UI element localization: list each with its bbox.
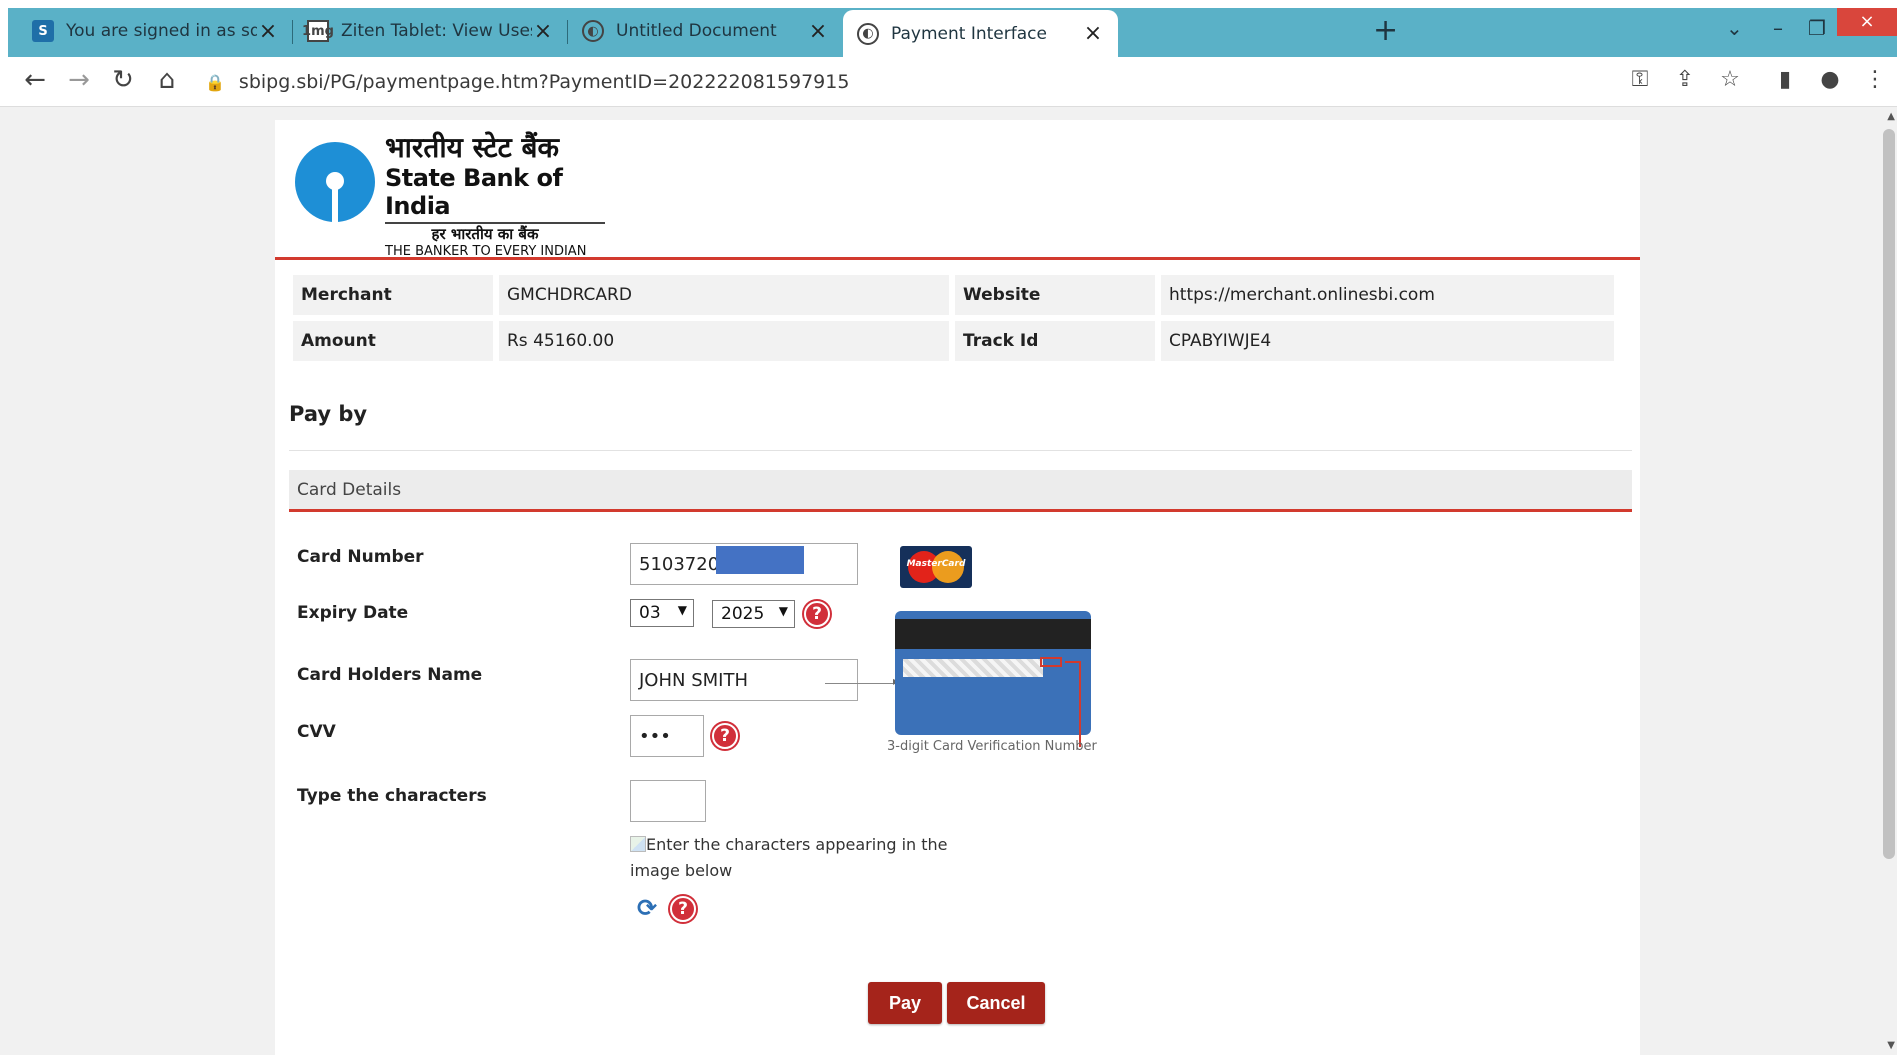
captcha-alt-text: Enter the characters appearing in the im… xyxy=(630,835,948,880)
tab-title: Ziten Tablet: View Uses, Side Effe xyxy=(341,21,532,41)
tab-payment-interface[interactable]: ◐ Payment Interface × xyxy=(843,10,1118,57)
bookmark-star-icon[interactable]: ☆ xyxy=(1715,67,1745,92)
home-icon[interactable]: ⌂ xyxy=(150,65,184,95)
page-viewport: भारतीय स्टेट बैंक State Bank of India हर… xyxy=(0,107,1897,1055)
card-number-value: 5103720 xyxy=(639,553,720,575)
pay-button[interactable]: Pay xyxy=(868,982,942,1024)
amount-value: Rs 45160.00 xyxy=(499,321,949,361)
website-value: https://merchant.onlinesbi.com xyxy=(1161,275,1614,315)
browser-window: S You are signed in as sdcruz × 1mg Zite… xyxy=(0,0,1897,1055)
expiry-year-select[interactable]: 2025 ▼ xyxy=(712,600,795,628)
profile-icon[interactable]: ● xyxy=(1815,67,1845,92)
chevron-down-icon: ▼ xyxy=(778,604,788,618)
card-holder-label: Card Holders Name xyxy=(297,665,483,685)
tab-search-icon[interactable]: ⌄ xyxy=(1726,16,1743,40)
close-icon[interactable]: × xyxy=(532,19,554,44)
merchant-info-table: Merchant GMCHDRCARD Website https://merc… xyxy=(293,275,1620,367)
card-number-input[interactable]: 5103720 xyxy=(630,543,858,585)
header-divider xyxy=(275,257,1640,260)
expiry-year-value: 2025 xyxy=(721,604,765,624)
expiry-month-value: 03 xyxy=(639,603,661,623)
side-panel-icon[interactable]: ▮ xyxy=(1770,67,1800,92)
merchant-label: Merchant xyxy=(293,275,493,315)
cvv-input[interactable]: ••• xyxy=(630,715,704,757)
card-holder-value: JOHN SMITH xyxy=(639,669,748,691)
card-back-image xyxy=(895,611,1091,735)
bank-name-english: State Bank of India xyxy=(385,164,605,224)
pay-by-heading: Pay by xyxy=(289,402,368,426)
scroll-up-icon[interactable]: ▲ xyxy=(1887,111,1895,122)
bank-name-hindi: भारतीय स्टेट बैंक xyxy=(385,131,559,164)
close-icon[interactable]: × xyxy=(257,19,279,44)
cvv-label: CVV xyxy=(297,722,336,742)
new-tab-button[interactable]: + xyxy=(1373,16,1398,46)
bank-tagline-hindi: हर भारतीय का बैंक xyxy=(431,225,539,243)
address-bar[interactable]: 🔒 sbipg.sbi/PG/paymentpage.htm?PaymentID… xyxy=(205,65,1605,99)
captcha-input[interactable] xyxy=(630,780,706,822)
mastercard-logo: MasterCard xyxy=(900,546,972,588)
cvv-illustration: 3-digit Card Verification Number xyxy=(825,611,1105,754)
website-label: Website xyxy=(955,275,1155,315)
card-number-redaction xyxy=(716,546,804,574)
captcha-label: Type the characters xyxy=(297,786,487,806)
globe-icon: ◐ xyxy=(582,20,604,42)
key-icon[interactable]: ⚿ xyxy=(1625,67,1655,92)
lock-icon: 🔒 xyxy=(205,72,225,92)
reload-icon[interactable]: ↻ xyxy=(106,65,140,95)
globe-icon: ◐ xyxy=(857,22,879,45)
info-row: Amount Rs 45160.00 Track Id CPABYIWJE4 xyxy=(293,321,1620,361)
cvv-value: ••• xyxy=(639,725,671,747)
expiry-month-select[interactable]: 03 ▼ xyxy=(630,599,694,627)
scrollbar-thumb[interactable] xyxy=(1883,129,1895,859)
tab-title: You are signed in as sdcruz xyxy=(66,21,257,41)
s-icon: S xyxy=(32,20,54,42)
tab-ziten-tablet[interactable]: 1mg Ziten Tablet: View Uses, Side Effe × xyxy=(293,10,568,52)
restore-icon[interactable]: ❐ xyxy=(1808,16,1826,40)
cvv-help-icon[interactable]: ? xyxy=(712,723,738,749)
payment-page: भारतीय स्टेट बैंक State Bank of India हर… xyxy=(275,120,1640,1055)
document-icon: 1mg xyxy=(302,20,334,42)
cvv-caption: 3-digit Card Verification Number xyxy=(887,739,1097,754)
amount-label: Amount xyxy=(293,321,493,361)
chevron-down-icon: ▼ xyxy=(677,603,687,617)
cancel-button[interactable]: Cancel xyxy=(947,982,1045,1024)
merchant-value: GMCHDRCARD xyxy=(499,275,949,315)
arrow-icon xyxy=(825,674,899,688)
refresh-captcha-icon[interactable]: ⟳ xyxy=(637,894,657,922)
scroll-down-icon[interactable]: ▼ xyxy=(1887,1040,1895,1051)
track-id-label: Track Id xyxy=(955,321,1155,361)
sbi-logo-icon xyxy=(295,142,375,222)
url-text: sbipg.sbi/PG/paymentpage.htm?PaymentID=2… xyxy=(238,71,850,93)
card-holder-input[interactable]: JOHN SMITH xyxy=(630,659,858,701)
tab-title: Untitled Document xyxy=(616,21,777,41)
tab-bar: S You are signed in as sdcruz × 1mg Zite… xyxy=(8,8,1897,57)
close-icon[interactable]: × xyxy=(807,19,829,44)
minimize-icon[interactable]: – xyxy=(1773,16,1783,40)
menu-icon[interactable]: ⋮ xyxy=(1860,67,1890,92)
window-close-icon[interactable]: × xyxy=(1837,8,1897,36)
broken-image-icon xyxy=(630,836,646,852)
share-icon[interactable]: ⇪ xyxy=(1670,67,1700,92)
track-id-value: CPABYIWJE4 xyxy=(1161,321,1614,361)
browser-toolbar: ← → ↻ ⌂ 🔒 sbipg.sbi/PG/paymentpage.htm?P… xyxy=(0,57,1897,107)
forward-icon[interactable]: → xyxy=(62,65,96,95)
captcha-help-icon[interactable]: ? xyxy=(670,896,696,922)
close-icon[interactable]: × xyxy=(1082,21,1104,46)
tab-signed-in[interactable]: S You are signed in as sdcruz × xyxy=(18,10,293,52)
back-icon[interactable]: ← xyxy=(18,65,52,95)
tab-strip: S You are signed in as sdcruz × 1mg Zite… xyxy=(0,0,1897,57)
captcha-image: Enter the characters appearing in the im… xyxy=(630,832,960,884)
expiry-date-label: Expiry Date xyxy=(297,603,409,623)
tab-title: Payment Interface xyxy=(891,23,1047,44)
tab-untitled-document[interactable]: ◐ Untitled Document × xyxy=(568,10,843,52)
card-brand-text: MasterCard xyxy=(906,559,966,569)
scrollbar[interactable]: ▲ ▼ xyxy=(1881,107,1897,1055)
sbi-logo: भारतीय स्टेट बैंक State Bank of India हर… xyxy=(295,132,605,259)
divider xyxy=(289,450,1632,451)
card-details-header: Card Details xyxy=(289,470,1632,512)
card-number-label: Card Number xyxy=(297,547,424,567)
info-row: Merchant GMCHDRCARD Website https://merc… xyxy=(293,275,1620,315)
